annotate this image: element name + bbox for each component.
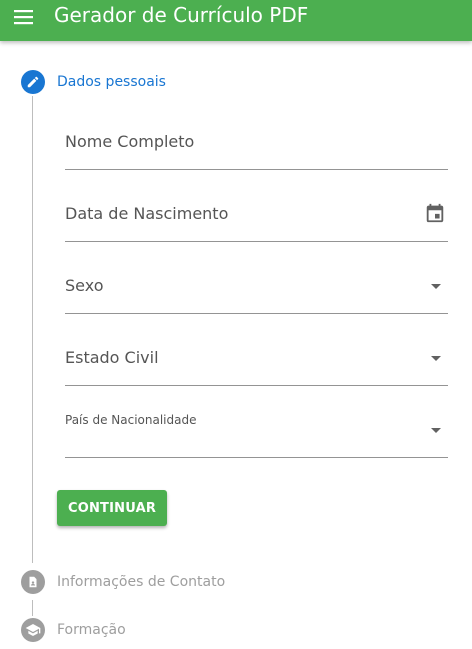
pencil-icon xyxy=(27,76,39,88)
step-3-label[interactable]: Formação xyxy=(57,620,126,640)
app-title: Gerador de Currículo PDF xyxy=(54,3,309,27)
step-1-label[interactable]: Dados pessoais xyxy=(57,72,166,92)
step-connector xyxy=(32,96,33,563)
step-2-indicator[interactable] xyxy=(21,570,45,594)
nationality-label: País de Nacionalidade xyxy=(65,413,197,427)
marital-status-label: Estado Civil xyxy=(65,348,159,367)
step-2-label[interactable]: Informações de Contato xyxy=(57,572,225,592)
app-bar: Gerador de Currículo PDF xyxy=(0,0,472,41)
menu-icon xyxy=(14,10,33,25)
marital-status-select[interactable]: Estado Civil xyxy=(65,345,448,386)
calendar-icon xyxy=(426,203,444,223)
continue-button[interactable]: CONTINUAR xyxy=(57,490,167,526)
step-connector xyxy=(32,600,33,616)
menu-button[interactable] xyxy=(12,7,36,27)
sex-label: Sexo xyxy=(65,276,104,295)
full-name-field[interactable]: Nome Completo xyxy=(65,129,448,170)
graduation-cap-icon xyxy=(25,624,41,636)
sex-select[interactable]: Sexo xyxy=(65,273,448,314)
chevron-down-icon xyxy=(431,284,441,289)
step-3-indicator[interactable] xyxy=(21,618,45,642)
contact-icon xyxy=(29,576,37,588)
chevron-down-icon xyxy=(431,428,441,433)
calendar-button[interactable] xyxy=(424,202,446,228)
step-1-indicator[interactable] xyxy=(21,70,45,94)
chevron-down-icon xyxy=(431,356,441,361)
birth-date-field[interactable]: Data de Nascimento xyxy=(65,201,448,242)
full-name-label: Nome Completo xyxy=(65,132,195,151)
nationality-select[interactable]: País de Nacionalidade xyxy=(65,413,448,458)
birth-date-label: Data de Nascimento xyxy=(65,204,229,223)
